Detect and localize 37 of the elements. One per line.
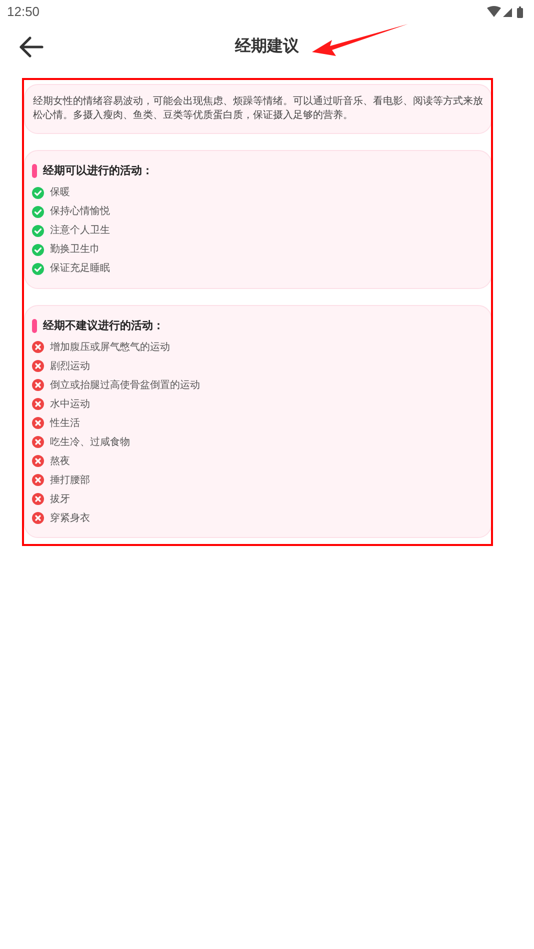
cross-icon <box>32 398 44 410</box>
cross-icon <box>32 379 44 391</box>
check-icon <box>32 206 44 218</box>
check-icon <box>32 224 44 236</box>
activity-item: 熬夜 <box>50 454 70 468</box>
cross-icon <box>32 474 44 486</box>
activity-item: 水中运动 <box>50 398 90 412</box>
check-icon <box>32 244 44 256</box>
cross-icon <box>32 360 44 372</box>
check-icon <box>32 186 44 198</box>
activity-item: 增加腹压或屏气憋气的运动 <box>50 340 170 354</box>
accent-bar <box>32 164 37 178</box>
accent-bar <box>32 318 37 333</box>
cross-icon <box>32 417 44 429</box>
cross-icon <box>32 341 44 353</box>
cross-icon <box>32 455 44 467</box>
activity-item: 穿紧身衣 <box>50 512 90 526</box>
activity-item: 保持心情愉悦 <box>50 204 110 219</box>
activity-item: 保证充足睡眠 <box>50 262 110 276</box>
activity-item: 性生活 <box>50 416 80 430</box>
activity-item: 吃生冷、过咸食物 <box>50 436 130 450</box>
page-title: 经期建议 <box>235 35 299 57</box>
activity-item: 勤换卫生巾 <box>50 242 100 257</box>
activity-item: 倒立或抬腿过高使骨盆倒置的运动 <box>50 378 200 392</box>
cross-icon <box>32 493 44 505</box>
activity-item: 保暖 <box>50 186 70 200</box>
check-icon <box>32 262 44 274</box>
status-time: 12:50 <box>7 3 40 22</box>
activity-item: 注意个人卫生 <box>50 224 110 238</box>
cross-icon <box>32 512 44 524</box>
intro-card: 经期女性的情绪容易波动，可能会出现焦虑、烦躁等情绪。可以通过听音乐、看电影、阅读等方式来放松心情。多摄入瘦肉、鱼类、豆类等优质蛋白质，保证摄入足够的营养。 <box>24 84 492 134</box>
activity-item: 剧烈运动 <box>50 360 90 374</box>
activity-item: 捶打腰部 <box>50 474 90 488</box>
cross-icon <box>32 436 44 448</box>
section-title: 经期不建议进行的活动： <box>43 318 164 334</box>
activity-item: 拔牙 <box>50 492 70 506</box>
section-title: 经期可以进行的活动： <box>43 163 153 179</box>
